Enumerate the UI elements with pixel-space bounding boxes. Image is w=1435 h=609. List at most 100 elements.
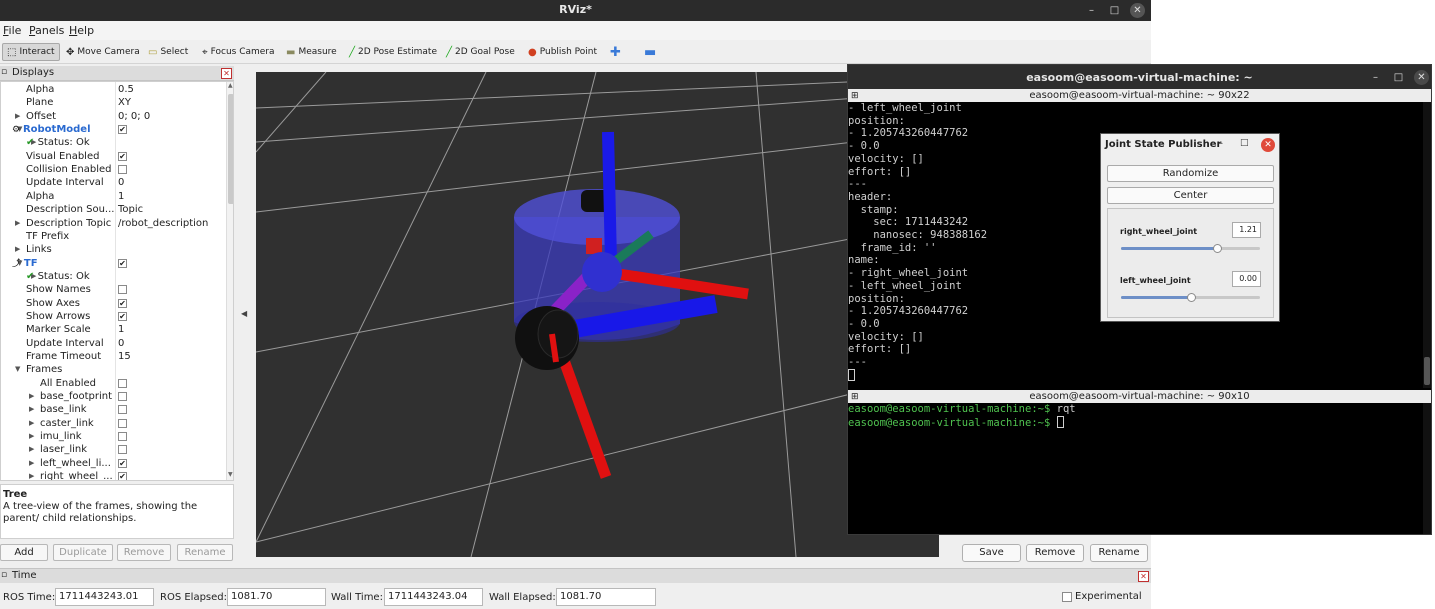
tree-value[interactable]: Topic xyxy=(118,203,143,216)
tree-value[interactable]: XY xyxy=(118,96,131,109)
terminal-pane-shell[interactable]: easoom@easoom-virtual-machine:~$ rqt easo… xyxy=(848,403,1423,533)
tree-row[interactable]: Update Interval 0 xyxy=(1,337,226,350)
tool-measure[interactable]: ▬ Measure xyxy=(282,43,341,61)
tree-checkbox[interactable]: ✔ xyxy=(118,125,127,135)
tree-row[interactable]: Marker Scale 1 xyxy=(1,323,226,336)
scrollbar-thumb[interactable] xyxy=(228,94,233,204)
scroll-up-icon[interactable]: ▲ xyxy=(228,82,233,89)
tree-row[interactable]: ▼ Frames xyxy=(1,363,226,376)
tree-row[interactable]: Plane XY xyxy=(1,96,226,109)
tree-row[interactable]: All Enabled xyxy=(1,377,226,390)
tree-row[interactable]: Alpha 0.5 xyxy=(1,83,226,96)
expand-right-icon[interactable]: ▶ xyxy=(15,217,20,230)
displays-tree[interactable]: Alpha 0.5 Plane XY ▶ Offset 0; 0; 0 ▼ ⚙ RobotMod… xyxy=(0,81,234,481)
tree-value[interactable]: 0 xyxy=(118,176,124,189)
randomize-button[interactable]: Randomize xyxy=(1107,165,1274,182)
3d-view[interactable] xyxy=(256,72,939,557)
tree-row[interactable]: Show Axes ✔ xyxy=(1,297,226,310)
tree-row[interactable]: ▶ base_footprint xyxy=(1,390,226,403)
tree-value[interactable]: 15 xyxy=(118,350,131,363)
add-button[interactable]: Add xyxy=(0,544,48,561)
tree-row[interactable]: TF Prefix xyxy=(1,230,226,243)
scrollbar-thumb[interactable] xyxy=(1424,357,1430,385)
menu-help[interactable]: Help xyxy=(69,24,94,37)
expand-right-icon[interactable]: ▶ xyxy=(29,403,34,416)
tree-checkbox[interactable] xyxy=(118,165,127,175)
menu-file[interactable]: File xyxy=(3,24,21,37)
ros-time-field[interactable]: 1711443243.01 xyxy=(55,588,154,606)
close-icon[interactable]: ✕ xyxy=(1130,3,1145,18)
tree-row[interactable]: Alpha 1 xyxy=(1,190,226,203)
close-icon[interactable]: ✕ xyxy=(1414,70,1429,85)
tool-publish-point[interactable]: ● Publish Point xyxy=(524,43,601,61)
expand-right-icon[interactable]: ▶ xyxy=(29,430,34,443)
tree-checkbox[interactable] xyxy=(118,445,127,455)
joint-value-left-wheel[interactable]: 0.00 xyxy=(1232,271,1261,287)
tree-row[interactable]: Update Interval 0 xyxy=(1,176,226,189)
wall-time-field[interactable]: 1711443243.04 xyxy=(384,588,483,606)
rename-button[interactable]: Rename xyxy=(177,544,233,561)
expand-right-icon[interactable]: ▶ xyxy=(29,470,34,480)
minimize-icon[interactable]: – xyxy=(1218,138,1223,149)
tree-row[interactable]: ▼ ⚙ RobotModel ✔ xyxy=(1,123,226,136)
tree-row[interactable]: ▶ Description Topic/robot_description xyxy=(1,217,226,230)
expand-right-icon[interactable]: ▶ xyxy=(15,110,20,123)
maximize-icon[interactable]: □ xyxy=(1107,3,1122,18)
tree-row[interactable]: ▼ ⤴ TF ✔ xyxy=(1,257,226,270)
tree-row[interactable]: ▶ imu_link xyxy=(1,430,226,443)
tree-row[interactable]: ▶ Links xyxy=(1,243,226,256)
close-icon[interactable]: ✕ xyxy=(1261,138,1275,152)
expand-right-icon[interactable]: ▶ xyxy=(29,457,34,470)
tree-row[interactable]: ▶ left_wheel_li... ✔ xyxy=(1,457,226,470)
ros-elapsed-field[interactable]: 1081.70 xyxy=(227,588,326,606)
tree-row[interactable]: ▶ ✔ Status: Ok xyxy=(1,136,226,149)
tree-row[interactable]: ▶ Offset 0; 0; 0 xyxy=(1,110,226,123)
tree-row[interactable]: Collision Enabled xyxy=(1,163,226,176)
tree-checkbox[interactable]: ✔ xyxy=(118,472,127,480)
joint-slider-left-wheel[interactable] xyxy=(1121,293,1260,302)
tree-value[interactable]: 1 xyxy=(118,190,124,203)
tree-scrollbar[interactable]: ▲ ▼ xyxy=(226,82,233,480)
tree-value[interactable]: 1 xyxy=(118,323,124,336)
tree-value[interactable]: 0; 0; 0 xyxy=(118,110,150,123)
close-icon[interactable]: ✕ xyxy=(221,68,232,79)
tree-row[interactable]: ▶ right_wheel_... ✔ xyxy=(1,470,226,480)
tree-value[interactable]: 0.5 xyxy=(118,83,134,96)
remove-button[interactable]: Remove xyxy=(117,544,171,561)
tree-row[interactable]: ▶ ✔ Status: Ok xyxy=(1,270,226,283)
tree-checkbox[interactable] xyxy=(118,405,127,415)
tree-checkbox[interactable]: ✔ xyxy=(118,311,127,321)
scroll-down-icon[interactable]: ▼ xyxy=(228,471,233,478)
tree-checkbox[interactable]: ✔ xyxy=(118,258,127,268)
duplicate-button[interactable]: Duplicate xyxy=(53,544,113,561)
expand-right-icon[interactable]: ▶ xyxy=(29,443,34,456)
tree-checkbox[interactable]: ✔ xyxy=(118,458,127,468)
save-view-button[interactable]: Save xyxy=(962,544,1021,562)
joint-slider-right-wheel[interactable] xyxy=(1121,244,1260,253)
tool-2d-pose-estimate[interactable]: ╱ 2D Pose Estimate xyxy=(345,43,441,61)
tree-value[interactable]: /robot_description xyxy=(118,217,208,230)
expand-down-icon[interactable]: ▼ xyxy=(15,363,20,376)
slider-handle[interactable] xyxy=(1212,244,1222,253)
tree-row[interactable]: Visual Enabled ✔ xyxy=(1,150,226,163)
pane2-scrollbar[interactable] xyxy=(1423,403,1431,534)
rename-view-button[interactable]: Rename xyxy=(1090,544,1148,562)
tree-row[interactable]: Description Sou... Topic xyxy=(1,203,226,216)
tool-select[interactable]: ▭ Select xyxy=(144,43,192,61)
tree-checkbox[interactable]: ✔ xyxy=(118,151,127,161)
pane1-scrollbar[interactable] xyxy=(1423,102,1431,388)
expand-right-icon[interactable]: ▶ xyxy=(29,390,34,403)
tree-checkbox[interactable] xyxy=(118,392,127,402)
tree-row[interactable]: ▶ caster_link xyxy=(1,417,226,430)
tree-checkbox[interactable]: ✔ xyxy=(118,298,127,308)
minimize-icon[interactable]: – xyxy=(1368,70,1383,85)
collapse-left-icon[interactable]: ◀ xyxy=(241,309,247,318)
tree-checkbox[interactable] xyxy=(118,432,127,442)
tree-value[interactable]: 0 xyxy=(118,337,124,350)
tool-move-camera[interactable]: ✥ Move Camera xyxy=(62,43,144,61)
expand-right-icon[interactable]: ▶ xyxy=(29,417,34,430)
joint-value-right-wheel[interactable]: 1.21 xyxy=(1232,222,1261,238)
slider-handle[interactable] xyxy=(1186,293,1196,302)
wall-elapsed-field[interactable]: 1081.70 xyxy=(556,588,656,606)
tree-checkbox[interactable] xyxy=(118,285,127,295)
